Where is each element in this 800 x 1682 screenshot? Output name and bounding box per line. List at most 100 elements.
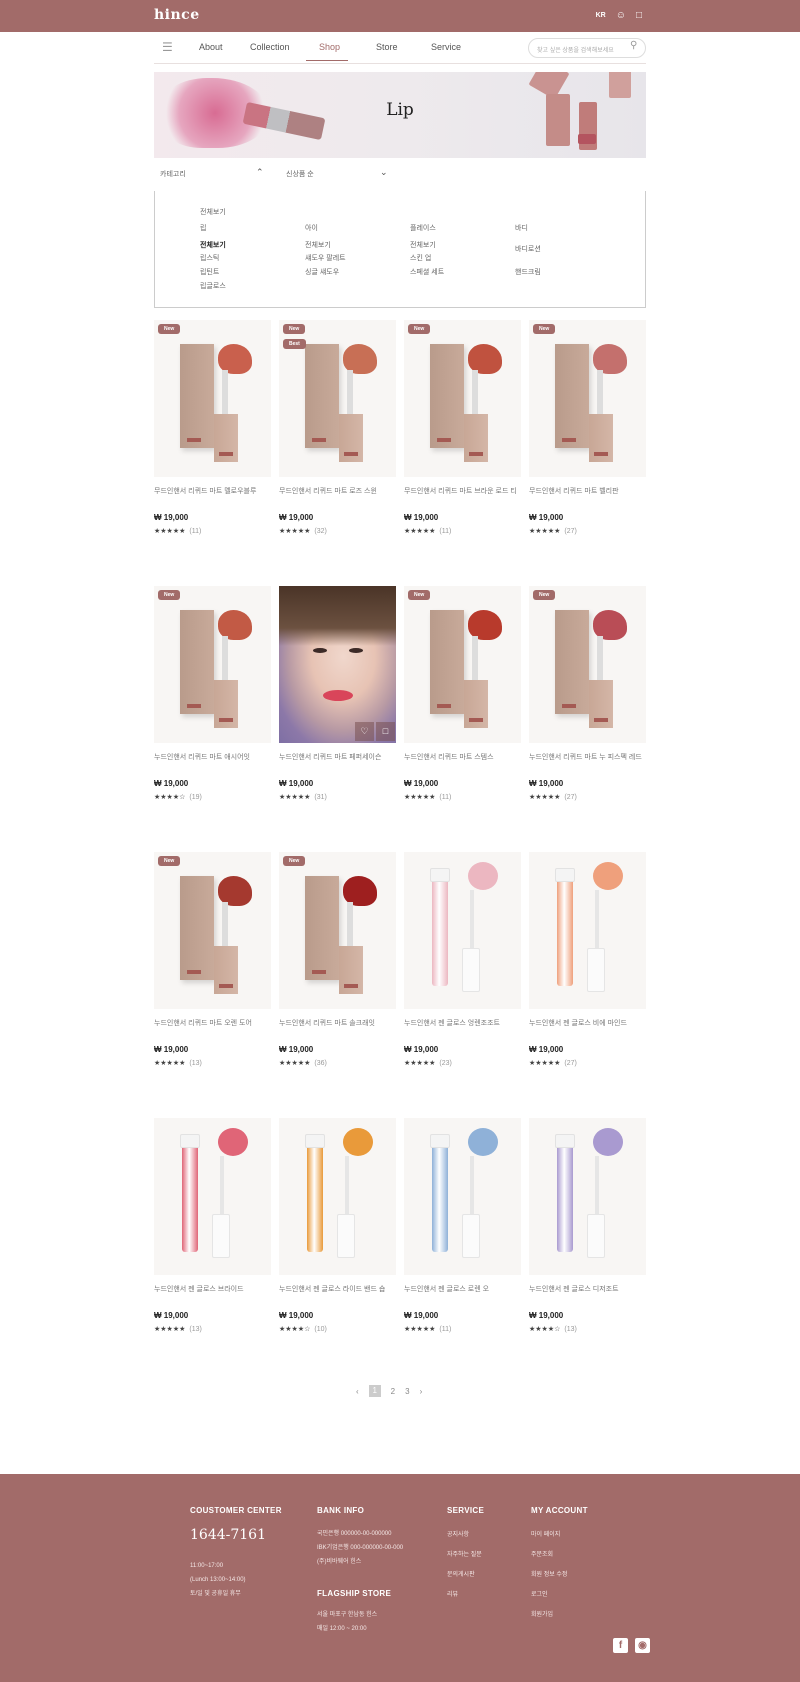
product-name[interactable]: 누드인핸서 젠 글로스 비에 마인드 (529, 1018, 646, 1040)
category-shadow-palette[interactable]: 섀도우 팔레트 (305, 253, 346, 263)
nav-shop[interactable]: Shop (319, 42, 340, 52)
category-body-lotion[interactable]: 바디로션 (515, 244, 541, 254)
product-name[interactable]: 무드인핸서 리퀴드 마트 멜로우블루 (154, 486, 271, 508)
category-body[interactable]: 바디 (515, 223, 528, 233)
footer-account-link[interactable]: 회원 정보 수정 (531, 1565, 588, 1585)
product-image[interactable] (279, 1118, 396, 1275)
product-image[interactable]: New (154, 320, 271, 477)
product-name[interactable]: 누드인핸서 젠 글로스 브라이드 (154, 1284, 271, 1306)
product-name[interactable]: 무드인핸서 리퀴드 마트 벨리판 (529, 486, 646, 508)
instagram-icon[interactable]: ◉ (635, 1638, 650, 1653)
product-name[interactable]: 누드인핸서 리퀴드 마트 오렌 도어 (154, 1018, 271, 1040)
footer-account-link[interactable]: 로그인 (531, 1585, 588, 1605)
footer-service-link[interactable]: 공지사항 (447, 1525, 484, 1545)
sort-select[interactable]: 신상품 순 (286, 169, 314, 179)
product-image[interactable]: New (529, 320, 646, 477)
hamburger-menu-icon[interactable]: ☰ (162, 40, 173, 54)
product-image[interactable] (154, 1118, 271, 1275)
product-name[interactable]: 누드인핸서 젠 글로스 디저조트 (529, 1284, 646, 1306)
footer-phone[interactable]: 1644-7161 (190, 1527, 282, 1543)
nav-collection[interactable]: Collection (250, 42, 290, 52)
product-card[interactable]: 누드인핸서 젠 글로스 로렌 오 ₩ 19,000 ★★★★★ (11) (404, 1118, 521, 1333)
product-card[interactable]: New 누드인핸서 리퀴드 마트 솔크래잇 ₩ 19,000 ★★★★★ (36) (279, 852, 396, 1067)
chevron-up-icon[interactable]: ⌃ (256, 167, 264, 178)
product-name[interactable]: 누드인핸서 리퀴드 마트 솔크래잇 (279, 1018, 396, 1040)
category-special-set[interactable]: 스페셜 세트 (410, 267, 444, 277)
product-card[interactable]: ♡ □ 누드인핸서 리퀴드 마트 페퍼세이슨 ₩ 19,000 ★★★★★ (31) (279, 586, 396, 801)
product-image[interactable] (529, 1118, 646, 1275)
category-skin-up[interactable]: 스킨 업 (410, 253, 431, 263)
search-input[interactable]: 찾고 싶은 상품을 검색해보세요 (528, 38, 646, 58)
product-card[interactable]: 누드인핸서 젠 글로스 라이드 밴드 숍 ₩ 19,000 ★★★★☆ (10) (279, 1118, 396, 1333)
footer-service-link[interactable]: 자주하는 질문 (447, 1545, 484, 1565)
product-image[interactable]: New Best (279, 320, 396, 477)
category-eye-all[interactable]: 전체보기 (305, 240, 331, 250)
product-name[interactable]: 누드인핸서 리퀴드 마트 페퍼세이슨 (279, 752, 396, 774)
page-1[interactable]: 1 (368, 1385, 381, 1397)
nav-service[interactable]: Service (431, 42, 461, 52)
language-toggle[interactable]: KR (596, 9, 606, 23)
product-name[interactable]: 무드인핸서 리퀴드 마트 로즈 스윈 (279, 486, 396, 508)
search-icon[interactable]: ⚲ (630, 40, 637, 51)
category-all[interactable]: 전체보기 (200, 207, 226, 217)
category-lip-all[interactable]: 전체보기 (200, 240, 226, 250)
product-image[interactable] (529, 852, 646, 1009)
footer-account-link[interactable]: 회원가입 (531, 1605, 588, 1625)
next-page-icon[interactable]: › (420, 1387, 423, 1396)
product-image[interactable]: ♡ □ (279, 586, 396, 743)
category-liptint[interactable]: 립틴트 (200, 267, 219, 277)
prev-page-icon[interactable]: ‹ (356, 1387, 359, 1396)
nav-about[interactable]: About (199, 42, 223, 52)
product-image[interactable]: New (154, 586, 271, 743)
footer-account-link[interactable]: 주문조회 (531, 1545, 588, 1565)
product-name[interactable]: 누드인핸서 젠 글로스 엉렌조조트 (404, 1018, 521, 1040)
category-eye[interactable]: 아이 (305, 223, 318, 233)
category-filter[interactable]: 카테고리 (160, 169, 186, 179)
category-single-shadow[interactable]: 싱글 섀도우 (305, 267, 339, 277)
product-image[interactable]: New (154, 852, 271, 1009)
brand-logo[interactable]: hince (154, 7, 200, 23)
product-image[interactable]: New (529, 586, 646, 743)
nav-store[interactable]: Store (376, 42, 398, 52)
product-name[interactable]: 누드인핸서 젠 글로스 로렌 오 (404, 1284, 521, 1306)
product-image[interactable]: New (404, 586, 521, 743)
product-card[interactable]: 누드인핸서 젠 글로스 엉렌조조트 ₩ 19,000 ★★★★★ (23) (404, 852, 521, 1067)
user-icon[interactable]: ☺ (616, 9, 626, 23)
product-name[interactable]: 무드인핸서 리퀴드 마트 브라운 로드 티 (404, 486, 521, 508)
category-lip[interactable]: 립 (200, 223, 206, 233)
chevron-down-icon[interactable]: ⌄ (380, 167, 388, 178)
page-3[interactable]: 3 (405, 1387, 409, 1396)
product-image[interactable] (404, 1118, 521, 1275)
category-lipgloss[interactable]: 립글로스 (200, 281, 226, 291)
product-card[interactable]: New 무드인핸서 리퀴드 마트 브라운 로드 티 ₩ 19,000 ★★★★★ (11… (404, 320, 521, 535)
product-name[interactable]: 누드인핸서 리퀴드 마트 애시어잇 (154, 752, 271, 774)
product-card[interactable]: New 무드인핸서 리퀴드 마트 멜로우블루 ₩ 19,000 ★★★★★ (11) (154, 320, 271, 535)
product-card[interactable]: 누드인핸서 젠 글로스 비에 마인드 ₩ 19,000 ★★★★★ (27) (529, 852, 646, 1067)
category-face-all[interactable]: 전체보기 (410, 240, 436, 250)
product-image[interactable]: New (279, 852, 396, 1009)
product-card[interactable]: New 누드인핸서 리퀴드 마트 오렌 도어 ₩ 19,000 ★★★★★ (13) (154, 852, 271, 1067)
category-hand-cream[interactable]: 핸드크림 (515, 267, 541, 277)
product-card[interactable]: New 무드인핸서 리퀴드 마트 벨리판 ₩ 19,000 ★★★★★ (27) (529, 320, 646, 535)
category-face[interactable]: 플레이스 (410, 223, 436, 233)
wishlist-heart-icon[interactable]: ♡ (355, 722, 374, 741)
footer-service-link[interactable]: 리뷰 (447, 1585, 484, 1605)
page-2[interactable]: 2 (391, 1387, 395, 1396)
product-name[interactable]: 누드인핸서 리퀴드 마트 스템스 (404, 752, 521, 774)
facebook-icon[interactable]: f (613, 1638, 628, 1653)
footer-account-link[interactable]: 마이 페이지 (531, 1525, 588, 1545)
product-card[interactable]: New 누드인핸서 리퀴드 마트 스템스 ₩ 19,000 ★★★★★ (11) (404, 586, 521, 801)
bag-icon[interactable]: □ (636, 9, 642, 23)
footer-service-link[interactable]: 문의게시판 (447, 1565, 484, 1585)
product-name[interactable]: 누드인핸서 젠 글로스 라이드 밴드 숍 (279, 1284, 396, 1306)
category-lipstick[interactable]: 립스틱 (200, 253, 219, 263)
product-card[interactable]: New 누드인핸서 리퀴드 마트 누 피스펙 레드 ₩ 19,000 ★★★★★ (27… (529, 586, 646, 801)
product-image[interactable] (404, 852, 521, 1009)
product-card[interactable]: 누드인핸서 젠 글로스 디저조트 ₩ 19,000 ★★★★☆ (13) (529, 1118, 646, 1333)
product-name[interactable]: 누드인핸서 리퀴드 마트 누 피스펙 레드 (529, 752, 646, 774)
product-card[interactable]: New 누드인핸서 리퀴드 마트 애시어잇 ₩ 19,000 ★★★★☆ (19) (154, 586, 271, 801)
product-card[interactable]: New Best 무드인핸서 리퀴드 마트 로즈 스윈 ₩ 19,000 ★★★★★ (3… (279, 320, 396, 535)
add-to-cart-bag-icon[interactable]: □ (376, 722, 395, 741)
product-card[interactable]: 누드인핸서 젠 글로스 브라이드 ₩ 19,000 ★★★★★ (13) (154, 1118, 271, 1333)
product-image[interactable]: New (404, 320, 521, 477)
